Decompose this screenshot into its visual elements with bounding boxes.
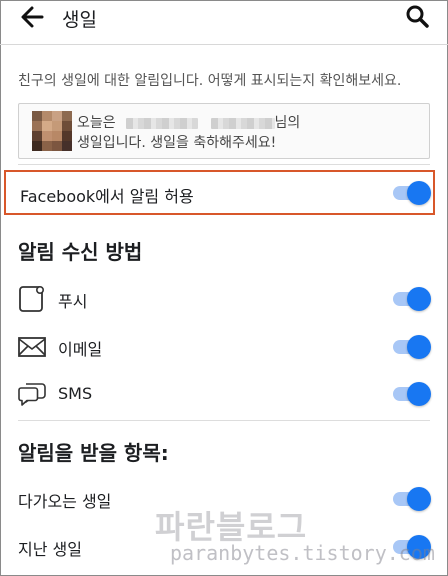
birthday-preview-text: 오늘은 님의 생일입니다. 생일을 축하해주세요! (77, 113, 300, 153)
page-title: 생일 (62, 9, 97, 31)
notice-suffix: 님의 (274, 115, 301, 131)
toggle-knob (407, 335, 431, 359)
toggle-knob (407, 487, 431, 511)
email-icon (18, 337, 46, 357)
avatar (32, 111, 72, 151)
facebook-notifications-label: Facebook에서 알림 허용 (20, 187, 194, 206)
sms-label: SMS (58, 384, 93, 403)
top-bar: 생일 (0, 0, 448, 45)
toggle-knob (407, 382, 431, 406)
email-label: 이메일 (58, 340, 103, 359)
email-toggle[interactable] (393, 335, 431, 359)
watermark-url: paranbytes.tistory.com (170, 541, 435, 565)
redacted-name (210, 117, 275, 129)
description-text: 친구의 생일에 대한 알림입니다. 어떻게 표시되는지 확인해보세요. (18, 73, 402, 89)
sms-toggle[interactable] (393, 382, 431, 406)
notice-prefix: 오늘은 (77, 115, 116, 131)
search-icon[interactable] (405, 4, 429, 28)
back-arrow-icon[interactable] (20, 4, 44, 30)
push-icon (19, 286, 44, 312)
topics-heading: 알림을 받을 항목: (18, 441, 169, 465)
upcoming-birthdays-toggle[interactable] (393, 487, 431, 511)
notice-line2: 생일입니다. 생일을 축하해주세요! (77, 135, 277, 151)
redacted-name (126, 117, 199, 129)
sms-icon (18, 383, 46, 406)
receive-method-heading: 알림 수신 방법 (18, 240, 143, 264)
divider (18, 164, 430, 165)
push-label: 푸시 (58, 292, 88, 311)
past-birthdays-label: 지난 생일 (18, 540, 82, 559)
birthday-preview-card: 오늘은 님의 생일입니다. 생일을 축하해주세요! (18, 103, 430, 159)
toggle-knob (407, 287, 431, 311)
upcoming-birthdays-label: 다가오는 생일 (18, 492, 112, 511)
facebook-notifications-row[interactable]: Facebook에서 알림 허용 (4, 170, 435, 215)
divider (18, 420, 430, 421)
push-toggle[interactable] (393, 287, 431, 311)
toggle-knob (407, 181, 431, 205)
facebook-notifications-toggle[interactable] (393, 181, 431, 205)
